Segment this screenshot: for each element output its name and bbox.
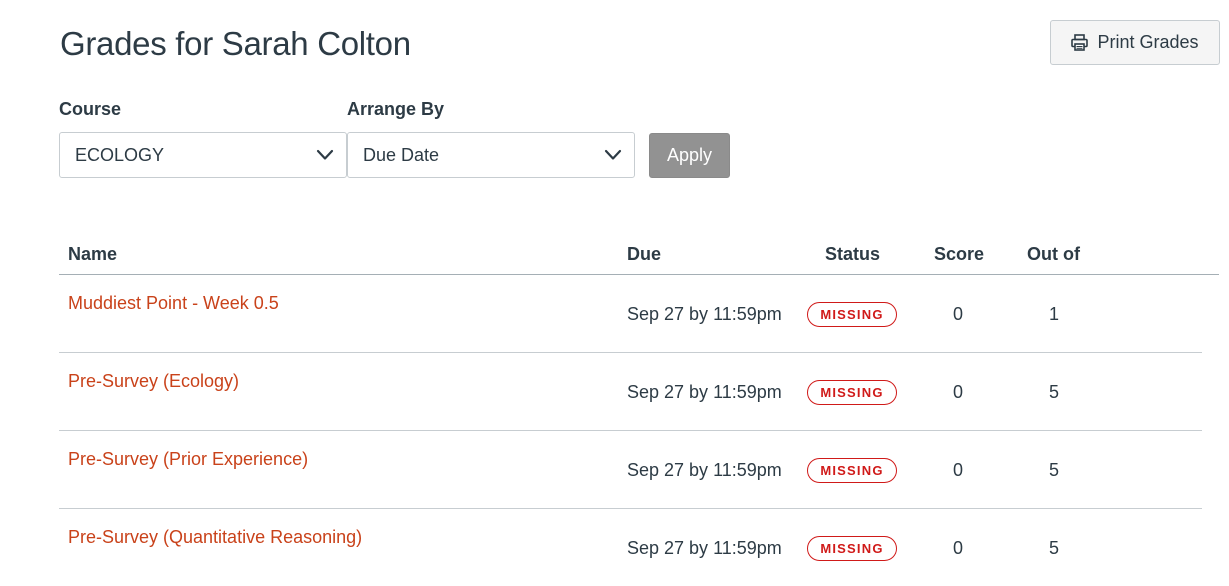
chevron-down-icon	[316, 147, 334, 168]
printer-icon	[1071, 34, 1089, 51]
column-header-due[interactable]: Due	[627, 243, 661, 265]
page-title: Grades for Sarah Colton	[60, 25, 411, 62]
course-label: Course	[59, 99, 122, 119]
score-value: 0	[952, 382, 963, 402]
grades-page: Grades for Sarah Colton Print Grades Cou…	[0, 0, 1229, 586]
out-of-value: 5	[1048, 538, 1059, 558]
status-badge: MISSING	[807, 380, 897, 405]
table-row: Pre-Survey (Quantitative Reasoning) Sep …	[59, 509, 1202, 586]
out-of-value: 5	[1048, 460, 1059, 480]
due-date: Sep 27 by 11:59pm	[627, 382, 782, 402]
due-date: Sep 27 by 11:59pm	[627, 460, 782, 480]
status-badge: MISSING	[807, 458, 897, 483]
table-row: Pre-Survey (Prior Experience) Sep 27 by …	[59, 431, 1202, 509]
due-date: Sep 27 by 11:59pm	[627, 538, 782, 558]
column-header-status[interactable]: Status	[825, 243, 880, 265]
due-date: Sep 27 by 11:59pm	[627, 304, 782, 324]
assignment-link[interactable]: Pre-Survey (Ecology)	[68, 370, 239, 392]
assignment-link[interactable]: Pre-Survey (Quantitative Reasoning)	[68, 526, 362, 548]
print-grades-label: Print Grades	[1097, 32, 1199, 52]
chevron-down-icon	[604, 147, 622, 168]
assignment-link[interactable]: Pre-Survey (Prior Experience)	[68, 448, 308, 470]
column-header-out-of[interactable]: Out of	[1027, 243, 1080, 265]
course-select-value: ECOLOGY	[75, 144, 165, 165]
status-badge: MISSING	[807, 536, 897, 561]
out-of-value: 1	[1048, 304, 1059, 324]
out-of-value: 5	[1048, 382, 1059, 402]
arrange-by-label: Arrange By	[347, 99, 445, 119]
table-row: Muddiest Point - Week 0.5 Sep 27 by 11:5…	[59, 275, 1202, 353]
column-header-name[interactable]: Name	[68, 243, 117, 265]
print-grades-button[interactable]: Print Grades	[1050, 20, 1220, 65]
arrange-by-select-value: Due Date	[363, 144, 440, 165]
score-value: 0	[952, 304, 963, 324]
course-select[interactable]: ECOLOGY	[59, 132, 347, 178]
status-badge: MISSING	[807, 302, 897, 327]
table-row: Pre-Survey (Ecology) Sep 27 by 11:59pm M…	[59, 353, 1202, 431]
column-header-score[interactable]: Score	[934, 243, 984, 265]
score-value: 0	[952, 460, 963, 480]
assignment-link[interactable]: Muddiest Point - Week 0.5	[68, 292, 279, 314]
score-value: 0	[952, 538, 963, 558]
arrange-by-select[interactable]: Due Date	[347, 132, 635, 178]
apply-button[interactable]: Apply	[649, 133, 730, 178]
